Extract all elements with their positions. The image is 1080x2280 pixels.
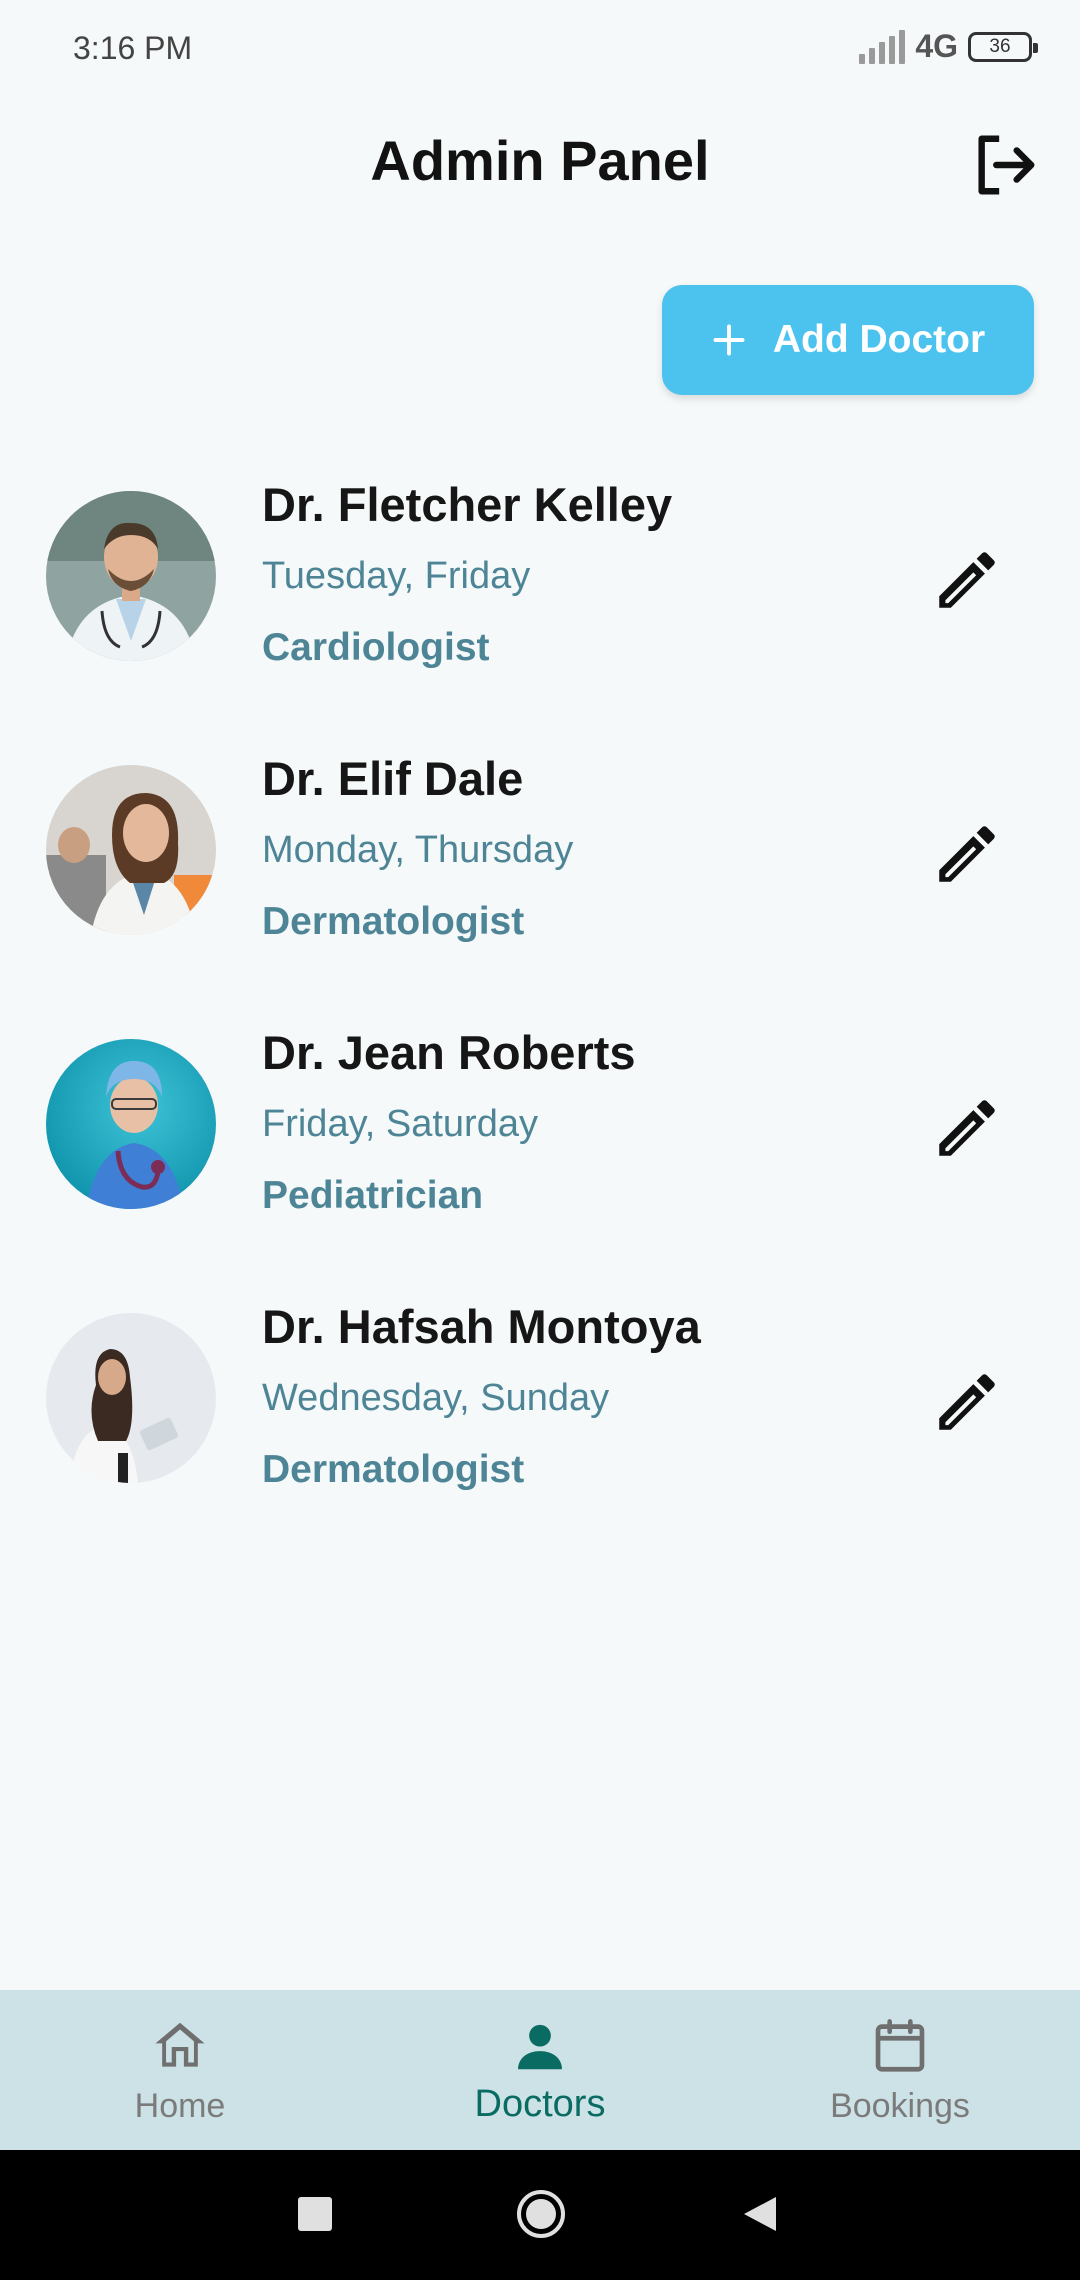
nav-label-bookings: Bookings bbox=[830, 2087, 970, 2125]
add-doctor-button[interactable]: Add Doctor bbox=[662, 285, 1034, 395]
pencil-icon bbox=[939, 552, 995, 608]
logout-button[interactable] bbox=[970, 130, 1040, 200]
edit-doctor-button[interactable] bbox=[930, 543, 1004, 617]
doctor-avatar bbox=[46, 1039, 216, 1209]
home-system-button[interactable] bbox=[515, 2188, 567, 2245]
recent-apps-button[interactable] bbox=[298, 2197, 332, 2236]
doctor-specialty: Cardiologist bbox=[262, 626, 490, 669]
nav-item-doctors[interactable]: Doctors bbox=[360, 1990, 720, 2150]
doctor-row[interactable]: Dr. Fletcher Kelley Tuesday, Friday Card… bbox=[0, 465, 1080, 739]
doctor-row[interactable]: Dr. Jean Roberts Friday, Saturday Pediat… bbox=[0, 1013, 1080, 1287]
battery-icon: 36 bbox=[968, 31, 1038, 62]
battery-level: 36 bbox=[989, 35, 1011, 57]
status-icons: 4G 36 bbox=[859, 28, 1038, 65]
pencil-icon bbox=[939, 1374, 995, 1430]
circle-icon bbox=[517, 2190, 565, 2238]
doctor-avatar bbox=[46, 1313, 216, 1483]
logout-icon bbox=[978, 135, 1035, 195]
doctor-name: Dr. Elif Dale bbox=[262, 752, 524, 805]
system-nav-bar bbox=[0, 2150, 1080, 2280]
doctor-name: Dr. Jean Roberts bbox=[262, 1026, 636, 1079]
doctor-specialty: Pediatrician bbox=[262, 1174, 484, 1217]
pencil-icon bbox=[939, 1100, 995, 1156]
doctor-specialty: Dermatologist bbox=[262, 900, 525, 943]
doctor-row[interactable]: Dr. Hafsah Montoya Wednesday, Sunday Der… bbox=[0, 1287, 1080, 1561]
triangle-back-icon bbox=[744, 2197, 776, 2231]
edit-doctor-button[interactable] bbox=[930, 1091, 1004, 1165]
doctor-days: Wednesday, Sunday bbox=[262, 1377, 610, 1419]
app-screen: 3:16 PM 4G 36 Admin Panel Add Doctor Dr.… bbox=[0, 0, 1080, 2280]
doctor-row[interactable]: Dr. Elif Dale Monday, Thursday Dermatolo… bbox=[0, 739, 1080, 1013]
doctor-name: Dr. Hafsah Montoya bbox=[262, 1300, 701, 1353]
add-doctor-label: Add Doctor bbox=[772, 318, 986, 361]
doctor-specialty: Dermatologist bbox=[262, 1448, 525, 1491]
bottom-nav: Home Doctors Bookings bbox=[0, 1990, 1080, 2150]
network-type: 4G bbox=[915, 28, 958, 64]
nav-item-home[interactable]: Home bbox=[0, 1990, 360, 2150]
nav-label-home: Home bbox=[134, 2087, 226, 2125]
page-title: Admin Panel bbox=[370, 129, 710, 192]
nav-label-doctors: Doctors bbox=[474, 2083, 606, 2125]
back-button[interactable] bbox=[742, 2195, 778, 2238]
doctor-days: Friday, Saturday bbox=[262, 1103, 538, 1145]
doctor-avatar bbox=[46, 491, 216, 661]
status-bar: 3:16 PM 4G 36 bbox=[0, 0, 1080, 95]
square-icon bbox=[298, 2197, 332, 2231]
person-icon bbox=[518, 2024, 562, 2070]
doctor-avatar bbox=[46, 765, 216, 935]
doctor-days: Monday, Thursday bbox=[262, 829, 574, 871]
doctor-list: Dr. Fletcher Kelley Tuesday, Friday Card… bbox=[0, 465, 1080, 1561]
edit-doctor-button[interactable] bbox=[930, 817, 1004, 891]
doctor-name: Dr. Fletcher Kelley bbox=[262, 478, 673, 531]
status-time: 3:16 PM bbox=[73, 30, 193, 66]
edit-doctor-button[interactable] bbox=[930, 1365, 1004, 1439]
home-icon bbox=[155, 2022, 205, 2067]
pencil-icon bbox=[939, 826, 995, 882]
plus-icon bbox=[713, 324, 745, 356]
nav-item-bookings[interactable]: Bookings bbox=[720, 1990, 1080, 2150]
doctor-days: Tuesday, Friday bbox=[262, 555, 531, 597]
signal-icon bbox=[859, 29, 906, 64]
calendar-icon bbox=[875, 2019, 925, 2072]
